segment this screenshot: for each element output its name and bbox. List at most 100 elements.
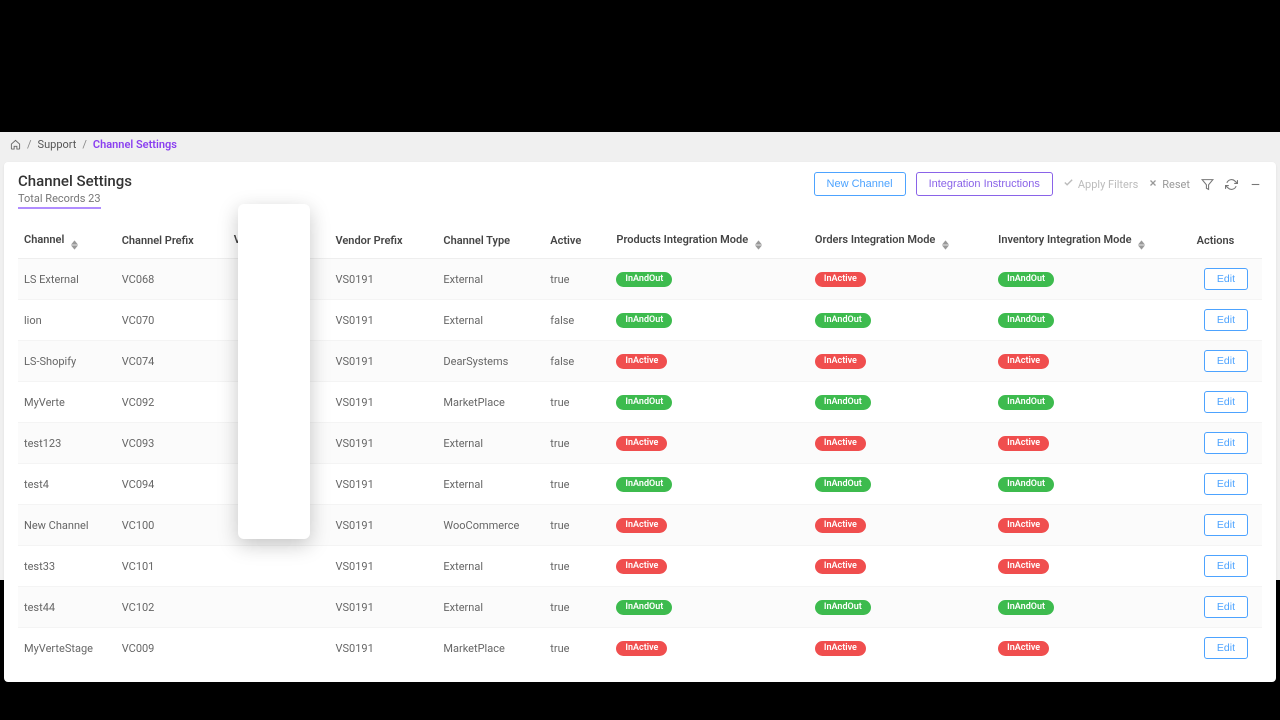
- sort-icon: [755, 240, 762, 250]
- cell-vendor: [228, 587, 330, 628]
- edit-button[interactable]: Edit: [1204, 555, 1248, 577]
- cell-channel-prefix: VC074: [116, 341, 228, 382]
- cell-vendor-prefix: VS0191: [329, 505, 437, 546]
- col-orders-mode[interactable]: Orders Integration Mode: [809, 223, 992, 259]
- edit-button[interactable]: Edit: [1204, 268, 1248, 290]
- status-badge-inactive: InActive: [616, 641, 667, 656]
- cell-channel: LS External: [18, 259, 116, 300]
- cell-vendor: [228, 628, 330, 669]
- status-badge-inactive: InActive: [815, 272, 866, 287]
- close-icon: [1148, 178, 1158, 191]
- edit-button[interactable]: Edit: [1204, 514, 1248, 536]
- cell-channel-type: MarketPlace: [437, 628, 544, 669]
- table-row: MyVerteVC092VS0191MarketPlacetrueInAndOu…: [18, 382, 1262, 423]
- cell-vendor-prefix: VS0191: [329, 587, 437, 628]
- cell-vendor-prefix: VS0191: [329, 628, 437, 669]
- edit-button[interactable]: Edit: [1204, 350, 1248, 372]
- cell-channel-type: External: [437, 423, 544, 464]
- vendor-filter-dropdown[interactable]: [238, 204, 310, 539]
- cell-channel-prefix: VC070: [116, 300, 228, 341]
- filter-icon[interactable]: [1200, 177, 1214, 191]
- cell-vendor-prefix: VS0191: [329, 341, 437, 382]
- cell-channel-type: External: [437, 464, 544, 505]
- reset-button[interactable]: Reset: [1148, 178, 1190, 191]
- edit-button[interactable]: Edit: [1204, 596, 1248, 618]
- cell-channel: test33: [18, 546, 116, 587]
- sort-icon: [71, 240, 78, 250]
- cell-channel: lion: [18, 300, 116, 341]
- status-badge-inandout: InAndOut: [815, 395, 871, 410]
- col-active-label: Active: [550, 234, 581, 247]
- cell-products-mode: InActive: [610, 423, 809, 464]
- col-products-mode[interactable]: Products Integration Mode: [610, 223, 809, 259]
- cell-inventory-mode: InActive: [992, 423, 1191, 464]
- col-channel[interactable]: Channel: [18, 223, 116, 259]
- cell-channel-type: DearSystems: [437, 341, 544, 382]
- cell-actions: Edit: [1191, 628, 1262, 669]
- edit-button[interactable]: Edit: [1204, 432, 1248, 454]
- status-badge-inactive: InActive: [616, 354, 667, 369]
- col-channel-type[interactable]: Channel Type: [437, 223, 544, 259]
- cell-actions: Edit: [1191, 546, 1262, 587]
- col-vendor-prefix[interactable]: Vendor Prefix: [329, 223, 437, 259]
- cell-actions: Edit: [1191, 587, 1262, 628]
- cell-orders-mode: InActive: [809, 628, 992, 669]
- breadcrumb: / Support / Channel Settings: [0, 132, 1280, 156]
- status-badge-inactive: InActive: [815, 518, 866, 533]
- edit-button[interactable]: Edit: [1204, 309, 1248, 331]
- cell-products-mode: InActive: [610, 628, 809, 669]
- integration-instructions-button[interactable]: Integration Instructions: [916, 172, 1053, 196]
- status-badge-inandout: InAndOut: [616, 272, 672, 287]
- status-badge-inactive: InActive: [616, 518, 667, 533]
- status-badge-inactive: InActive: [616, 436, 667, 451]
- cell-inventory-mode: InAndOut: [992, 382, 1191, 423]
- cell-actions: Edit: [1191, 505, 1262, 546]
- cell-channel-prefix: VC092: [116, 382, 228, 423]
- refresh-icon[interactable]: [1224, 177, 1238, 191]
- table-row: New ChannelVC100VS0191WooCommercetrueInA…: [18, 505, 1262, 546]
- cell-vendor-prefix: VS0191: [329, 464, 437, 505]
- edit-button[interactable]: Edit: [1204, 473, 1248, 495]
- cell-channel-prefix: VC094: [116, 464, 228, 505]
- minimize-icon[interactable]: [1248, 177, 1262, 191]
- cell-active: true: [544, 464, 610, 505]
- home-icon[interactable]: [10, 139, 21, 150]
- status-badge-inactive: InActive: [815, 436, 866, 451]
- apply-filters-label: Apply Filters: [1078, 178, 1138, 191]
- breadcrumb-separator: /: [27, 138, 32, 151]
- status-badge-inactive: InActive: [815, 354, 866, 369]
- breadcrumb-current: Channel Settings: [93, 138, 177, 151]
- cell-vendor-prefix: VS0191: [329, 382, 437, 423]
- edit-button[interactable]: Edit: [1204, 637, 1248, 659]
- cell-channel-type: MarketPlace: [437, 382, 544, 423]
- cell-orders-mode: InActive: [809, 546, 992, 587]
- col-channel-prefix[interactable]: Channel Prefix: [116, 223, 228, 259]
- cell-channel: MyVerteStage: [18, 628, 116, 669]
- status-badge-inactive: InActive: [998, 436, 1049, 451]
- edit-button[interactable]: Edit: [1204, 391, 1248, 413]
- new-channel-button[interactable]: New Channel: [814, 172, 906, 196]
- cell-active: false: [544, 300, 610, 341]
- status-badge-inactive: InActive: [998, 518, 1049, 533]
- col-actions: Actions: [1191, 223, 1262, 259]
- col-inventory-mode[interactable]: Inventory Integration Mode: [992, 223, 1191, 259]
- breadcrumb-support[interactable]: Support: [38, 138, 77, 151]
- status-badge-inandout: InAndOut: [998, 272, 1054, 287]
- cell-active: true: [544, 505, 610, 546]
- col-inventory-mode-label: Inventory Integration Mode: [998, 233, 1131, 246]
- status-badge-inandout: InAndOut: [815, 313, 871, 328]
- cell-products-mode: InActive: [610, 505, 809, 546]
- cell-vendor-prefix: VS0191: [329, 300, 437, 341]
- cell-channel: LS-Shopify: [18, 341, 116, 382]
- cell-inventory-mode: InAndOut: [992, 587, 1191, 628]
- status-badge-inactive: InActive: [815, 641, 866, 656]
- col-active[interactable]: Active: [544, 223, 610, 259]
- cell-channel-type: External: [437, 259, 544, 300]
- apply-filters-button[interactable]: Apply Filters: [1063, 177, 1138, 191]
- cell-orders-mode: InActive: [809, 341, 992, 382]
- cell-channel-type: WooCommerce: [437, 505, 544, 546]
- cell-channel-type: External: [437, 587, 544, 628]
- col-channel-prefix-label: Channel Prefix: [122, 234, 194, 247]
- status-badge-inandout: InAndOut: [998, 477, 1054, 492]
- breadcrumb-separator: /: [82, 138, 87, 151]
